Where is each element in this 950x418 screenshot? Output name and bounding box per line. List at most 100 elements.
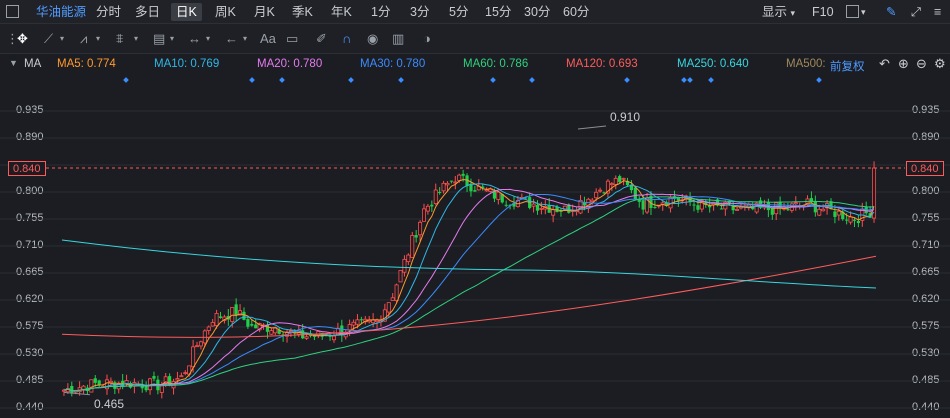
pen-icon[interactable]: ✎ [886,3,896,21]
candle [144,386,148,391]
wave-tool-icon[interactable]: ⩨ [116,31,123,47]
tab-60min[interactable]: 60分 [563,3,589,21]
tab-daily-k[interactable]: 日K [171,3,202,21]
arrow-tool-icon[interactable]: ← [225,31,238,47]
toggle-icon[interactable]: ◑ [423,31,431,47]
candle [598,189,603,192]
candle [453,181,458,184]
candle [210,322,215,327]
candle [551,209,556,216]
tab-multi-day[interactable]: 多日 [135,3,160,21]
indicator-name[interactable]: MA [24,58,41,70]
tab-monthly-k[interactable]: 月K [254,3,275,21]
candle [304,336,309,339]
event-marker-icon [279,77,285,83]
tab-yearly-k[interactable]: 年K [331,3,352,21]
undo-icon[interactable]: ↶ [879,56,890,72]
range-tool-chevron-icon[interactable]: ▾ [206,31,210,47]
candle [218,316,223,318]
candle [430,204,434,207]
trash-icon[interactable]: ▥ [392,31,404,47]
candle [316,331,321,336]
candle [198,341,203,347]
stock-name[interactable]: 华油能源 [36,3,86,21]
candle [335,327,340,336]
candle [394,284,399,302]
tab-15min[interactable]: 15分 [485,3,511,21]
line-tool-chevron-icon[interactable]: ▾ [60,31,64,47]
remove-icon[interactable]: ⊖ [916,56,927,72]
crosshair-icon[interactable]: ✥ [17,31,28,47]
bars-tool-icon[interactable]: ▤ [153,31,165,47]
tab-30min[interactable]: 30分 [524,3,550,21]
line-tool-icon[interactable]: ⟋ [44,31,53,47]
current-price-tag-right: 0.840 [906,161,944,176]
sidebar-toggle-icon[interactable] [6,5,19,18]
ma10-value: MA10: 0.769 [154,58,220,70]
ma60-value: MA60: 0.786 [463,58,529,70]
add-icon[interactable]: ⊕ [898,56,909,72]
tab-3min[interactable]: 3分 [410,3,429,21]
settings-icon[interactable]: ⚙ [934,56,946,72]
wave-tool-chevron-icon[interactable]: ▾ [134,31,138,47]
comment-icon[interactable]: ▭ [286,31,298,47]
event-marker-icon [398,77,404,83]
eye-icon[interactable]: ◉ [367,31,378,47]
candle [438,191,442,193]
high-price-annotation: 0.910 [610,110,641,124]
f10-button[interactable]: F10 [812,3,834,21]
collapse-icon[interactable]: ▼ [9,58,18,68]
candle [183,372,188,375]
candle [473,190,477,192]
tab-weekly-k[interactable]: 周K [215,3,236,21]
top-bar: 华油能源 分时 多日 日K 周K 月K 季K 年K 1分 3分 5分 15分 3… [0,0,950,24]
more-icon[interactable]: ≡ [934,3,941,21]
candle [242,311,246,320]
candle [390,297,395,301]
layout-chevron-icon[interactable]: ▾ [861,3,866,21]
channel-tool-icon[interactable]: ⩘ [80,31,87,47]
bars-tool-chevron-icon[interactable]: ▾ [170,31,174,47]
candle [355,319,360,325]
layout-icon[interactable] [846,5,859,18]
candle [254,324,258,329]
channel-tool-chevron-icon[interactable]: ▾ [96,31,100,47]
candle [539,208,544,210]
tab-1min[interactable]: 1分 [371,3,390,21]
arrow-tool-chevron-icon[interactable]: ▾ [243,31,247,47]
tab-5min[interactable]: 5分 [449,3,468,21]
candle [191,346,196,368]
candle [633,187,637,200]
display-menu[interactable]: 显示 ▾ [762,3,795,21]
candle [418,221,423,236]
magnet-icon[interactable]: ∩ [342,31,351,47]
candle [347,324,352,331]
candle [535,204,540,211]
adjust-mode[interactable]: 前复权 [830,58,865,74]
eraser-icon[interactable]: ✐ [316,31,327,47]
tab-intraday[interactable]: 分时 [96,3,121,21]
candle [821,208,826,212]
ma-indicator-bar: ▼ MA MA5: 0.774 MA10: 0.769 MA20: 0.780 … [0,54,950,76]
candle [449,180,453,182]
candle [457,174,462,181]
ma500-value: MA500: [786,58,826,70]
ma120-value: MA120: 0.693 [566,58,638,70]
ma30-value: MA30: 0.780 [360,58,426,70]
candle [469,184,473,192]
event-marker-icon [490,77,496,83]
candle [246,319,250,327]
text-tool-button[interactable]: Aa [260,31,276,47]
tab-quarterly-k[interactable]: 季K [292,3,313,21]
candle [594,191,599,199]
candle [402,258,407,273]
range-tool-icon[interactable]: ↔ [188,31,201,47]
expand-icon[interactable]: ⤢ [911,3,921,21]
ma5-line [63,178,875,392]
kline-chart[interactable] [0,76,950,418]
ma250-line [61,239,877,289]
candle [331,335,336,341]
candle [621,177,626,180]
candle [813,201,817,213]
candle [441,182,446,192]
